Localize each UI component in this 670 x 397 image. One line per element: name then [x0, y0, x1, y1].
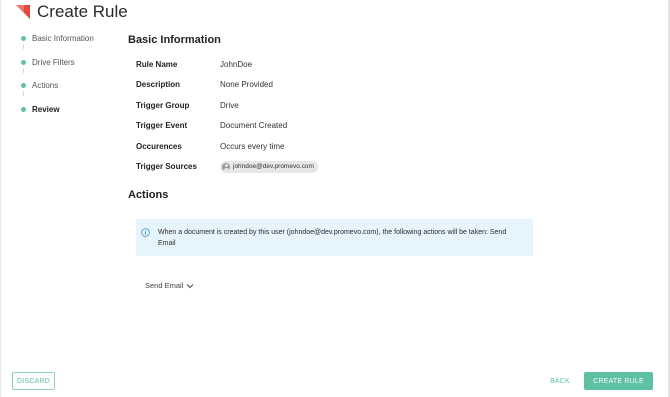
step-complete-dot-icon: [21, 83, 26, 89]
discard-button[interactable]: DISCARD: [12, 372, 55, 390]
info-alert: When a document is created by this user …: [136, 219, 533, 256]
create-rule-button[interactable]: CREATE RULE: [584, 372, 653, 390]
step-actions[interactable]: Actions: [21, 74, 131, 98]
progress-stepper: Basic Information Drive Filters Actions …: [21, 27, 131, 121]
summary-row: Trigger Sources johndoe@dev.promevo.com: [136, 157, 318, 178]
left-border: [0, 0, 1, 397]
page-header: Create Rule: [16, 2, 128, 22]
step-label: Actions: [32, 81, 59, 91]
step-drive-filters[interactable]: Drive Filters: [21, 51, 131, 75]
rule-name-label: Rule Name: [136, 59, 178, 69]
basic-information-heading: Basic Information: [128, 34, 221, 46]
step-label: Review: [32, 104, 60, 114]
trigger-sources-label: Trigger Sources: [136, 162, 197, 172]
trigger-source-chip: johndoe@dev.promevo.com: [220, 160, 318, 173]
step-connector: [23, 91, 24, 96]
summary-row: Trigger Group Drive: [136, 95, 318, 116]
alert-message: When a document is created by this user …: [158, 229, 507, 247]
send-email-dropdown[interactable]: Send Email: [145, 281, 194, 290]
trigger-event-value: Document Created: [220, 121, 288, 131]
summary-row: Description None Provided: [136, 75, 318, 96]
back-button[interactable]: BACK: [545, 372, 575, 390]
step-active-dot-icon: [21, 106, 26, 112]
summary-row: Trigger Event Document Created: [136, 116, 318, 137]
summary-row: Occurences Occurs every time: [136, 136, 318, 157]
summary-row: Rule Name JohnDoe: [136, 54, 318, 75]
description-value: None Provided: [220, 80, 273, 90]
description-label: Description: [136, 80, 181, 90]
trigger-source-email: johndoe@dev.promevo.com: [233, 163, 314, 171]
step-label: Drive Filters: [32, 57, 75, 67]
step-basic-information[interactable]: Basic Information: [21, 27, 131, 51]
step-complete-dot-icon: [21, 36, 26, 42]
step-label: Basic Information: [32, 34, 94, 44]
trigger-event-label: Trigger Event: [136, 121, 188, 131]
occurences-value: Occurs every time: [220, 141, 285, 151]
trigger-group-label: Trigger Group: [136, 100, 190, 110]
step-connector: [23, 44, 24, 49]
rule-summary-table: Rule Name JohnDoe Description None Provi…: [136, 54, 318, 177]
dropdown-label: Send Email: [145, 281, 184, 290]
step-review[interactable]: Review: [21, 98, 131, 122]
actions-heading: Actions: [128, 189, 169, 201]
trigger-group-value: Drive: [220, 100, 239, 110]
chevron-down-icon: [187, 283, 194, 288]
rule-name-value: JohnDoe: [220, 59, 253, 69]
step-complete-dot-icon: [21, 59, 26, 65]
page-title: Create Rule: [37, 2, 128, 21]
logo-icon: [16, 5, 30, 19]
step-connector: [23, 67, 24, 73]
info-circle-icon: [141, 228, 150, 237]
user-avatar-icon: [222, 162, 230, 171]
occurences-label: Occurences: [136, 141, 182, 151]
